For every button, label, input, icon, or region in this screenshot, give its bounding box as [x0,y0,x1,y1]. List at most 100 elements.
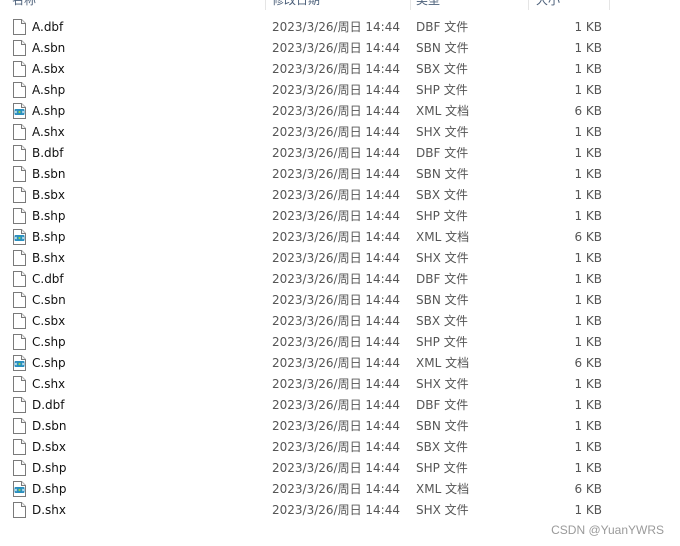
file-size: 1 KB [574,83,602,97]
file-type: SHX 文件 [416,125,469,139]
file-name: C.dbf [32,272,64,286]
file-icon [13,502,26,518]
xml-document-icon [13,355,26,371]
file-icon [13,145,26,161]
file-size: 1 KB [574,251,602,265]
file-name: A.dbf [32,20,64,34]
file-size: 1 KB [574,398,602,412]
file-name: D.dbf [32,398,65,412]
file-name: D.shx [32,503,67,517]
file-type: XML 文档 [416,482,470,496]
file-modified-date: 2023/3/26/周日 14:44 [272,83,400,97]
file-icon [13,397,26,413]
file-name: C.shx [32,377,66,391]
file-type: SHP 文件 [416,461,468,475]
file-modified-date: 2023/3/26/周日 14:44 [272,41,400,55]
file-row[interactable]: B.shp 2023/3/26/周日 14:44 XML 文档 6 KB [0,227,610,248]
file-row[interactable]: B.sbn 2023/3/26/周日 14:44 SBN 文件 1 KB [0,164,610,185]
file-size: 6 KB [574,104,602,118]
column-divider[interactable] [609,0,610,10]
file-modified-date: 2023/3/26/周日 14:44 [272,461,400,475]
file-name: D.shp [32,461,67,475]
file-row[interactable]: D.sbn 2023/3/26/周日 14:44 SBN 文件 1 KB [0,416,610,437]
file-size: 1 KB [574,335,602,349]
file-icon [13,439,26,455]
file-size: 6 KB [574,482,602,496]
file-modified-date: 2023/3/26/周日 14:44 [272,125,400,139]
file-size: 1 KB [574,125,602,139]
file-row[interactable]: D.sbx 2023/3/26/周日 14:44 SBX 文件 1 KB [0,437,610,458]
file-icon [13,82,26,98]
file-modified-date: 2023/3/26/周日 14:44 [272,209,400,223]
file-size: 6 KB [574,356,602,370]
file-row[interactable]: C.shx 2023/3/26/周日 14:44 SHX 文件 1 KB [0,374,610,395]
file-size: 1 KB [574,461,602,475]
file-name: A.shp [32,83,66,97]
file-icon [13,418,26,434]
column-header-type[interactable]: 类型 [416,0,440,10]
column-header-name[interactable]: 名称 [12,0,36,10]
file-row[interactable]: D.shp 2023/3/26/周日 14:44 SHP 文件 1 KB [0,458,610,479]
file-row[interactable]: D.shp 2023/3/26/周日 14:44 XML 文档 6 KB [0,479,610,500]
file-name: D.sbx [32,440,67,454]
file-row[interactable]: C.dbf 2023/3/26/周日 14:44 DBF 文件 1 KB [0,269,610,290]
file-type: XML 文档 [416,356,470,370]
column-divider[interactable] [410,0,411,10]
file-row[interactable]: D.dbf 2023/3/26/周日 14:44 DBF 文件 1 KB [0,395,610,416]
file-row[interactable]: A.shp 2023/3/26/周日 14:44 XML 文档 6 KB [0,101,610,122]
file-row[interactable]: A.sbn 2023/3/26/周日 14:44 SBN 文件 1 KB [0,38,610,59]
file-type: SHP 文件 [416,335,468,349]
file-icon [13,61,26,77]
file-icon [13,166,26,182]
file-row[interactable]: A.dbf 2023/3/26/周日 14:44 DBF 文件 1 KB [0,17,610,38]
file-name: C.sbx [32,314,66,328]
file-row[interactable]: A.shx 2023/3/26/周日 14:44 SHX 文件 1 KB [0,122,610,143]
column-divider[interactable] [265,0,266,10]
file-name: B.shx [32,251,66,265]
file-type: SHP 文件 [416,209,468,223]
file-modified-date: 2023/3/26/周日 14:44 [272,356,400,370]
file-row[interactable]: A.sbx 2023/3/26/周日 14:44 SBX 文件 1 KB [0,59,610,80]
file-type: SHX 文件 [416,377,469,391]
file-size: 1 KB [574,188,602,202]
file-size: 1 KB [574,41,602,55]
file-modified-date: 2023/3/26/周日 14:44 [272,293,400,307]
file-row[interactable]: B.shp 2023/3/26/周日 14:44 SHP 文件 1 KB [0,206,610,227]
column-divider[interactable] [528,0,529,10]
file-size: 1 KB [574,440,602,454]
file-row[interactable]: A.shp 2023/3/26/周日 14:44 SHP 文件 1 KB [0,80,610,101]
file-modified-date: 2023/3/26/周日 14:44 [272,62,400,76]
file-name: C.shp [32,356,66,370]
file-row[interactable]: C.shp 2023/3/26/周日 14:44 XML 文档 6 KB [0,353,610,374]
file-size: 1 KB [574,503,602,517]
file-type: SBN 文件 [416,293,469,307]
file-modified-date: 2023/3/26/周日 14:44 [272,503,400,517]
file-row[interactable]: C.sbn 2023/3/26/周日 14:44 SBN 文件 1 KB [0,290,610,311]
file-row[interactable]: B.dbf 2023/3/26/周日 14:44 DBF 文件 1 KB [0,143,610,164]
xml-document-icon [13,229,26,245]
file-name: C.shp [32,335,66,349]
file-name: D.sbn [32,419,67,433]
file-row[interactable]: C.shp 2023/3/26/周日 14:44 SHP 文件 1 KB [0,332,610,353]
file-size: 6 KB [574,230,602,244]
file-modified-date: 2023/3/26/周日 14:44 [272,146,400,160]
file-type: SHP 文件 [416,83,468,97]
file-name: B.sbx [32,188,66,202]
file-size: 1 KB [574,20,602,34]
file-type: DBF 文件 [416,398,469,412]
file-name: D.shp [32,482,67,496]
file-size: 1 KB [574,272,602,286]
file-type: SHX 文件 [416,503,469,517]
file-type: SBX 文件 [416,188,468,202]
column-header: 名称 修改日期 类型 大小 [0,0,610,10]
column-header-size[interactable]: 大小 [536,0,560,10]
file-icon [13,124,26,140]
column-header-date[interactable]: 修改日期 [272,0,320,10]
file-list: A.dbf 2023/3/26/周日 14:44 DBF 文件 1 KB A.sbn 20… [0,17,610,521]
file-row[interactable]: D.shx 2023/3/26/周日 14:44 SHX 文件 1 KB [0,500,610,521]
file-row[interactable]: B.shx 2023/3/26/周日 14:44 SHX 文件 1 KB [0,248,610,269]
file-type: SHX 文件 [416,251,469,265]
file-row[interactable]: B.sbx 2023/3/26/周日 14:44 SBX 文件 1 KB [0,185,610,206]
file-row[interactable]: C.sbx 2023/3/26/周日 14:44 SBX 文件 1 KB [0,311,610,332]
file-modified-date: 2023/3/26/周日 14:44 [272,230,400,244]
